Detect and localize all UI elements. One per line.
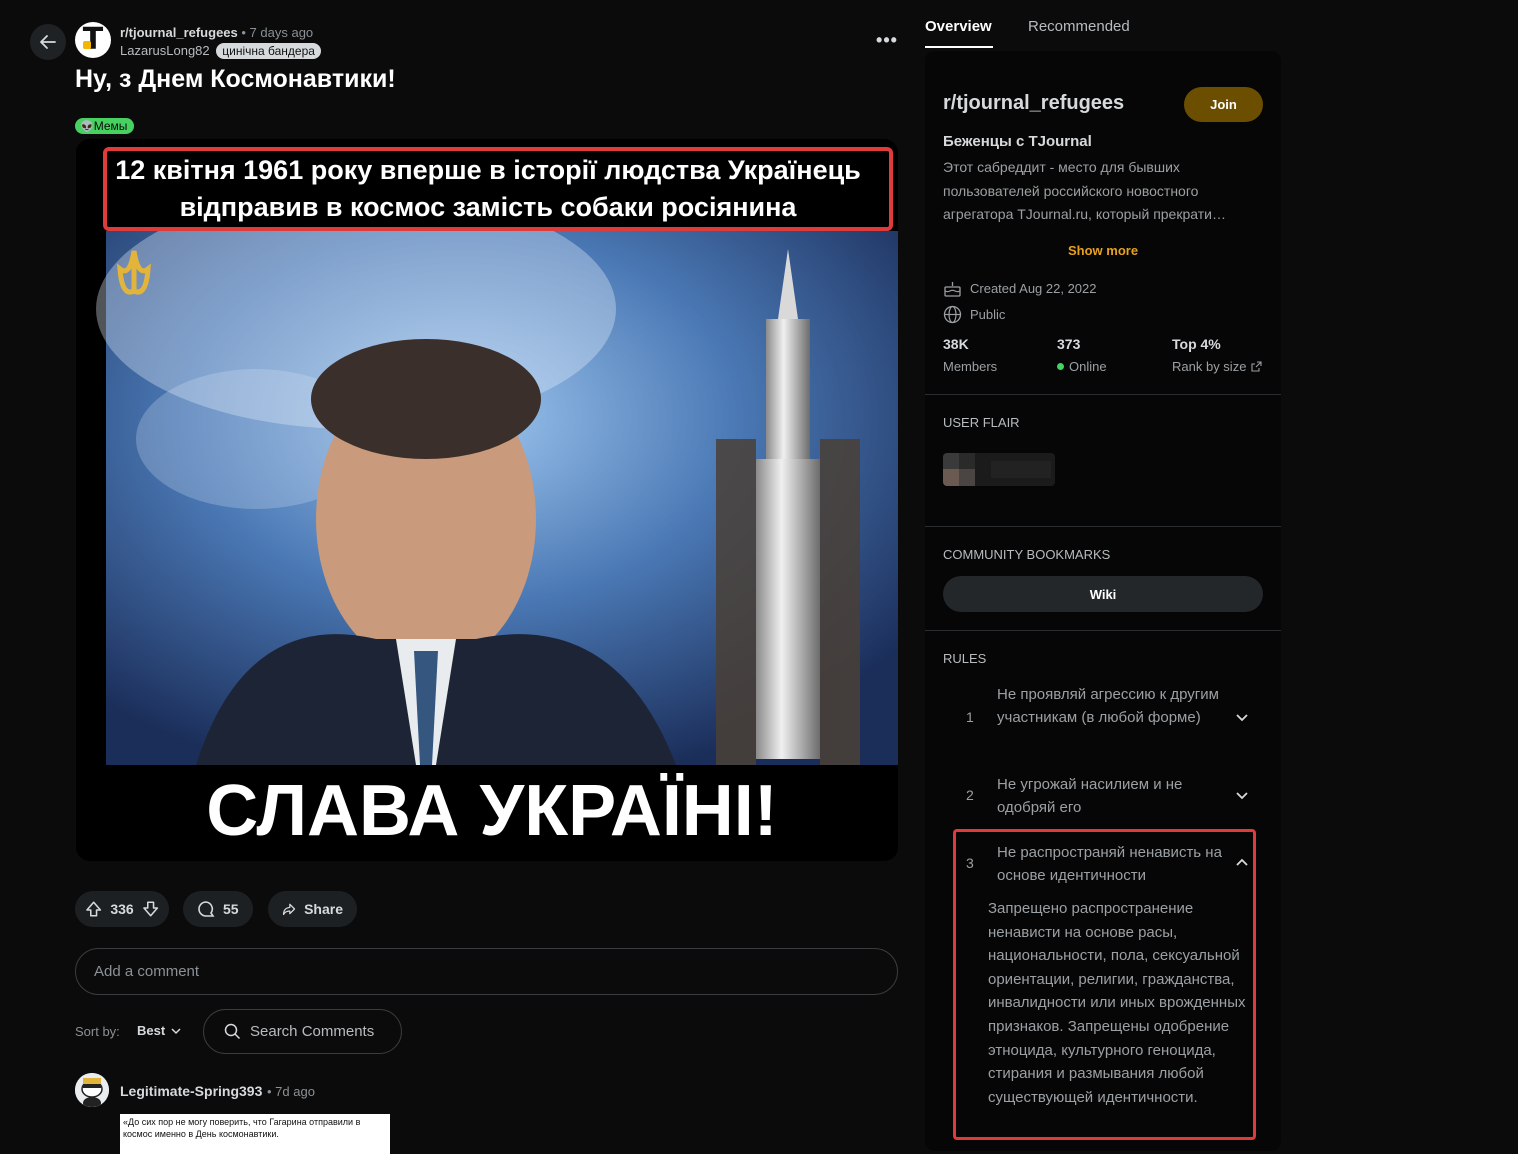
back-button[interactable] (30, 24, 66, 60)
user-flair-heading: USER FLAIR (943, 415, 1020, 430)
image-caption-line1: 12 квітня 1961 року вперше в історії люд… (115, 155, 861, 185)
comment-count: 55 (223, 901, 239, 917)
online-dot-icon (1057, 363, 1064, 370)
share-icon (282, 903, 296, 916)
image-bottom-caption: СЛАВА УКРАЇНІ! (206, 771, 777, 851)
share-button[interactable]: Share (268, 891, 357, 927)
rank-value: Top 4% (1172, 336, 1221, 352)
upvote-icon[interactable] (85, 900, 102, 918)
created-row: Created Aug 22, 2022 (943, 280, 1097, 297)
join-button[interactable]: Join (1184, 87, 1263, 122)
downvote-icon[interactable] (142, 900, 159, 918)
post-image[interactable]: 12 квітня 1961 року вперше в історії люд… (76, 139, 898, 861)
post-meta: r/tjournal_refugees • 7 days ago (120, 25, 313, 40)
members-count: 38K (943, 336, 969, 352)
blurred-flair-image (943, 453, 1055, 486)
commenter-avatar[interactable] (75, 1073, 109, 1107)
rule-2-text[interactable]: Не угрожай насилием и не одобряй его (997, 774, 1227, 819)
tab-recommended[interactable]: Recommended (1028, 18, 1130, 35)
author-line: LazarusLong82 цинічна бандера (120, 43, 321, 59)
more-options-icon[interactable]: ••• (870, 30, 904, 52)
divider (925, 394, 1281, 395)
rule-2-number: 2 (966, 787, 974, 803)
created-date: Created Aug 22, 2022 (970, 281, 1097, 296)
sort-value: Best (137, 1023, 166, 1038)
author-flair: цинічна бандера (216, 43, 321, 59)
vote-bar: 336 (75, 891, 169, 927)
add-comment-input[interactable]: Add a comment (75, 948, 898, 995)
post-time: • 7 days ago (241, 25, 314, 40)
chevron-down-icon (171, 1027, 181, 1034)
show-more-button[interactable]: Show more (1068, 243, 1138, 258)
sidebar-headline: Беженцы с TJournal (943, 133, 1092, 150)
search-icon (224, 1023, 241, 1040)
alien-icon: 👽 (80, 121, 94, 133)
tj-logo-icon: T (82, 22, 104, 57)
post-title: Ну, з Днем Космонавтики! (75, 65, 396, 93)
subreddit-link[interactable]: r/tjournal_refugees (120, 25, 238, 40)
online-count: 373 (1057, 336, 1081, 352)
rules-heading: RULES (943, 651, 987, 666)
tab-overview[interactable]: Overview (925, 18, 992, 35)
divider (925, 526, 1281, 527)
subreddit-avatar[interactable]: T (75, 22, 111, 58)
comment-icon (198, 901, 215, 917)
rule-1-number: 1 (966, 709, 974, 725)
user-flair-preview[interactable] (943, 453, 1055, 486)
vote-count: 336 (110, 901, 134, 917)
rank-label[interactable]: Rank by size (1172, 359, 1262, 374)
divider (925, 630, 1281, 631)
rule-3-number: 3 (966, 855, 974, 871)
post-flair-label: Мемы (93, 119, 128, 133)
comment-quote-image: «До сих пор не могу поверить, что Гагари… (120, 1114, 390, 1154)
active-tab-indicator (925, 46, 993, 48)
search-comments-placeholder: Search Comments (250, 1023, 375, 1040)
chevron-down-icon[interactable] (1234, 709, 1250, 725)
comment-time: • 7d ago (267, 1084, 315, 1099)
chevron-up-icon[interactable] (1234, 855, 1250, 871)
sort-label: Sort by: (75, 1024, 120, 1039)
external-link-icon (1251, 361, 1262, 372)
members-label: Members (943, 359, 998, 374)
sidebar-description: Этот сабреддит - место для бывших пользо… (943, 159, 1226, 222)
rule-3-text[interactable]: Не распространяй ненависть на основе иде… (997, 842, 1227, 887)
cake-icon (944, 282, 961, 297)
post-flair-badge[interactable]: 👽Мемы (75, 118, 135, 134)
add-comment-placeholder: Add a comment (94, 963, 200, 980)
visibility-label: Public (970, 307, 1006, 322)
search-comments-input[interactable]: Search Comments (203, 1009, 402, 1054)
image-caption-line2: відправив в космос замість собаки росіян… (180, 192, 798, 222)
author-link[interactable]: LazarusLong82 (120, 43, 210, 58)
chevron-down-icon[interactable] (1234, 787, 1250, 803)
bookmarks-heading: COMMUNITY BOOKMARKS (943, 547, 1111, 562)
rule-1-text[interactable]: Не проявляй агрессию к другим участникам… (997, 684, 1227, 729)
visibility-row: Public (943, 305, 1005, 324)
snoo-avatar-icon (75, 1073, 109, 1107)
meme-image: 12 квітня 1961 року вперше в історії люд… (76, 139, 898, 861)
globe-icon (943, 305, 962, 324)
wiki-button[interactable]: Wiki (943, 576, 1263, 612)
sidebar-subreddit-name: r/tjournal_refugees (943, 92, 1125, 114)
share-label: Share (304, 901, 343, 917)
comments-button[interactable]: 55 (183, 891, 253, 927)
sort-select[interactable]: Best (137, 1023, 181, 1038)
commenter-name[interactable]: Legitimate-Spring393 (120, 1083, 262, 1099)
rule-3-detail: Запрещено распространение ненависти на о… (988, 900, 1246, 1106)
online-label: Online (1057, 359, 1107, 374)
arrow-left-icon (40, 35, 56, 49)
